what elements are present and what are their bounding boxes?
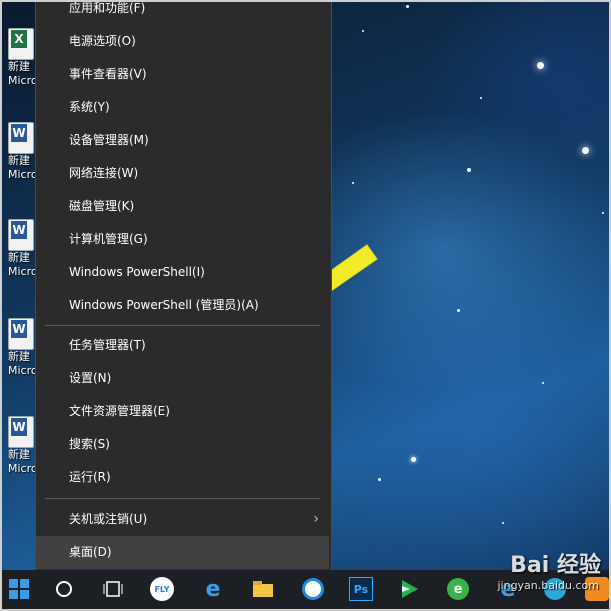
chat-icon[interactable] — [298, 574, 328, 604]
excel-document-icon — [8, 28, 34, 60]
word-document-icon — [8, 122, 34, 154]
menu-item-label: 事件查看器(V) — [69, 67, 147, 81]
desktop-icon-word[interactable]: 新建Micro — [8, 416, 38, 476]
menu-item-powershell-admin[interactable]: Windows PowerShell (管理员)(A) — [36, 289, 329, 322]
word-document-icon — [8, 219, 34, 251]
desktop-icon-label: 新建 — [8, 60, 30, 73]
photoshop-icon[interactable]: Ps — [346, 574, 376, 604]
menu-item-label: 网络连接(W) — [69, 166, 139, 180]
desktop-icon-excel[interactable]: 新建Micro — [8, 28, 38, 88]
ifly-icon[interactable]: FLY — [147, 574, 177, 604]
menu-separator — [45, 498, 320, 499]
menu-item-file-explorer[interactable]: 文件资源管理器(E) — [36, 395, 329, 428]
winx-context-menu: 应用和功能(F) 电源选项(O) 事件查看器(V) 系统(Y) 设备管理器(M) 网络连接… — [35, 2, 332, 570]
menu-item-search[interactable]: 搜索(S) — [36, 428, 329, 461]
menu-item-powershell[interactable]: Windows PowerShell(I) — [36, 256, 329, 289]
word-document-icon — [8, 318, 34, 350]
baidu-watermark: Bai 经验 — [510, 553, 601, 578]
menu-separator — [45, 325, 320, 326]
desktop-icon-label: 新建 — [8, 251, 30, 264]
cortana-icon[interactable] — [49, 574, 79, 604]
menu-item-label: 搜索(S) — [69, 437, 110, 451]
task-view-icon[interactable] — [98, 574, 128, 604]
desktop-icon-label: Micro — [8, 168, 38, 181]
menu-item-label: 设备管理器(M) — [69, 133, 149, 147]
windows-start-icon[interactable] — [4, 574, 34, 604]
desktop-icon-word[interactable]: 新建Micro — [8, 122, 38, 182]
desktop-icon-label: 新建 — [8, 154, 30, 167]
browser-360-icon[interactable]: e — [443, 574, 473, 604]
edge-icon[interactable]: e — [198, 574, 228, 604]
menu-item-disk-management[interactable]: 磁盘管理(K) — [36, 190, 329, 223]
file-explorer-icon[interactable] — [248, 574, 278, 604]
menu-item-shutdown-signout[interactable]: 关机或注销(U) › — [36, 503, 329, 536]
desktop-icon-label: Micro — [8, 364, 38, 377]
menu-item-label: 文件资源管理器(E) — [69, 404, 170, 418]
menu-item-label: 磁盘管理(K) — [69, 199, 135, 213]
menu-item-label: Windows PowerShell (管理员)(A) — [69, 298, 259, 312]
menu-item-task-manager[interactable]: 任务管理器(T) — [36, 329, 329, 362]
menu-item-label: 运行(R) — [69, 470, 111, 484]
desktop-icon-label: Micro — [8, 265, 38, 278]
menu-item-device-manager[interactable]: 设备管理器(M) — [36, 124, 329, 157]
baidu-watermark-url: jingyan.baidu.com — [497, 579, 599, 592]
menu-item-label: 设置(N) — [69, 371, 112, 385]
menu-item-label: 计算机管理(G) — [69, 232, 148, 246]
desktop-icon-label: Micro — [8, 462, 38, 475]
desktop-icon-label: 新建 — [8, 448, 30, 461]
menu-item-power-options[interactable]: 电源选项(O) — [36, 25, 329, 58]
menu-item-event-viewer[interactable]: 事件查看器(V) — [36, 58, 329, 91]
desktop-icon-label: Micro — [8, 74, 38, 87]
menu-item-label: Windows PowerShell(I) — [69, 265, 205, 279]
chevron-right-icon: › — [313, 511, 319, 527]
menu-item-label: 电源选项(O) — [69, 34, 136, 48]
menu-item-desktop[interactable]: 桌面(D) — [36, 536, 329, 569]
menu-item-label: 任务管理器(T) — [69, 338, 146, 352]
screen: 新建Micro新建Micro新建Micro新建Micro新建Micro 应用和功… — [0, 0, 611, 611]
menu-item-computer-management[interactable]: 计算机管理(G) — [36, 223, 329, 256]
word-document-icon — [8, 416, 34, 448]
menu-item-label: 桌面(D) — [69, 545, 112, 559]
media-player-icon[interactable] — [394, 574, 424, 604]
menu-item-run[interactable]: 运行(R) — [36, 461, 329, 494]
menu-item-label: 系统(Y) — [69, 100, 110, 114]
desktop-icon-label: 新建 — [8, 350, 30, 363]
desktop-icon-word[interactable]: 新建Micro — [8, 219, 38, 279]
menu-item-label: 关机或注销(U) — [69, 512, 148, 526]
menu-item-label: 应用和功能(F) — [69, 1, 146, 15]
menu-item-network-connections[interactable]: 网络连接(W) — [36, 157, 329, 190]
desktop-icon-word[interactable]: 新建Micro — [8, 318, 38, 378]
menu-item-settings[interactable]: 设置(N) — [36, 362, 329, 395]
menu-item-apps-and-features[interactable]: 应用和功能(F) — [36, 1, 329, 25]
menu-item-system[interactable]: 系统(Y) — [36, 91, 329, 124]
